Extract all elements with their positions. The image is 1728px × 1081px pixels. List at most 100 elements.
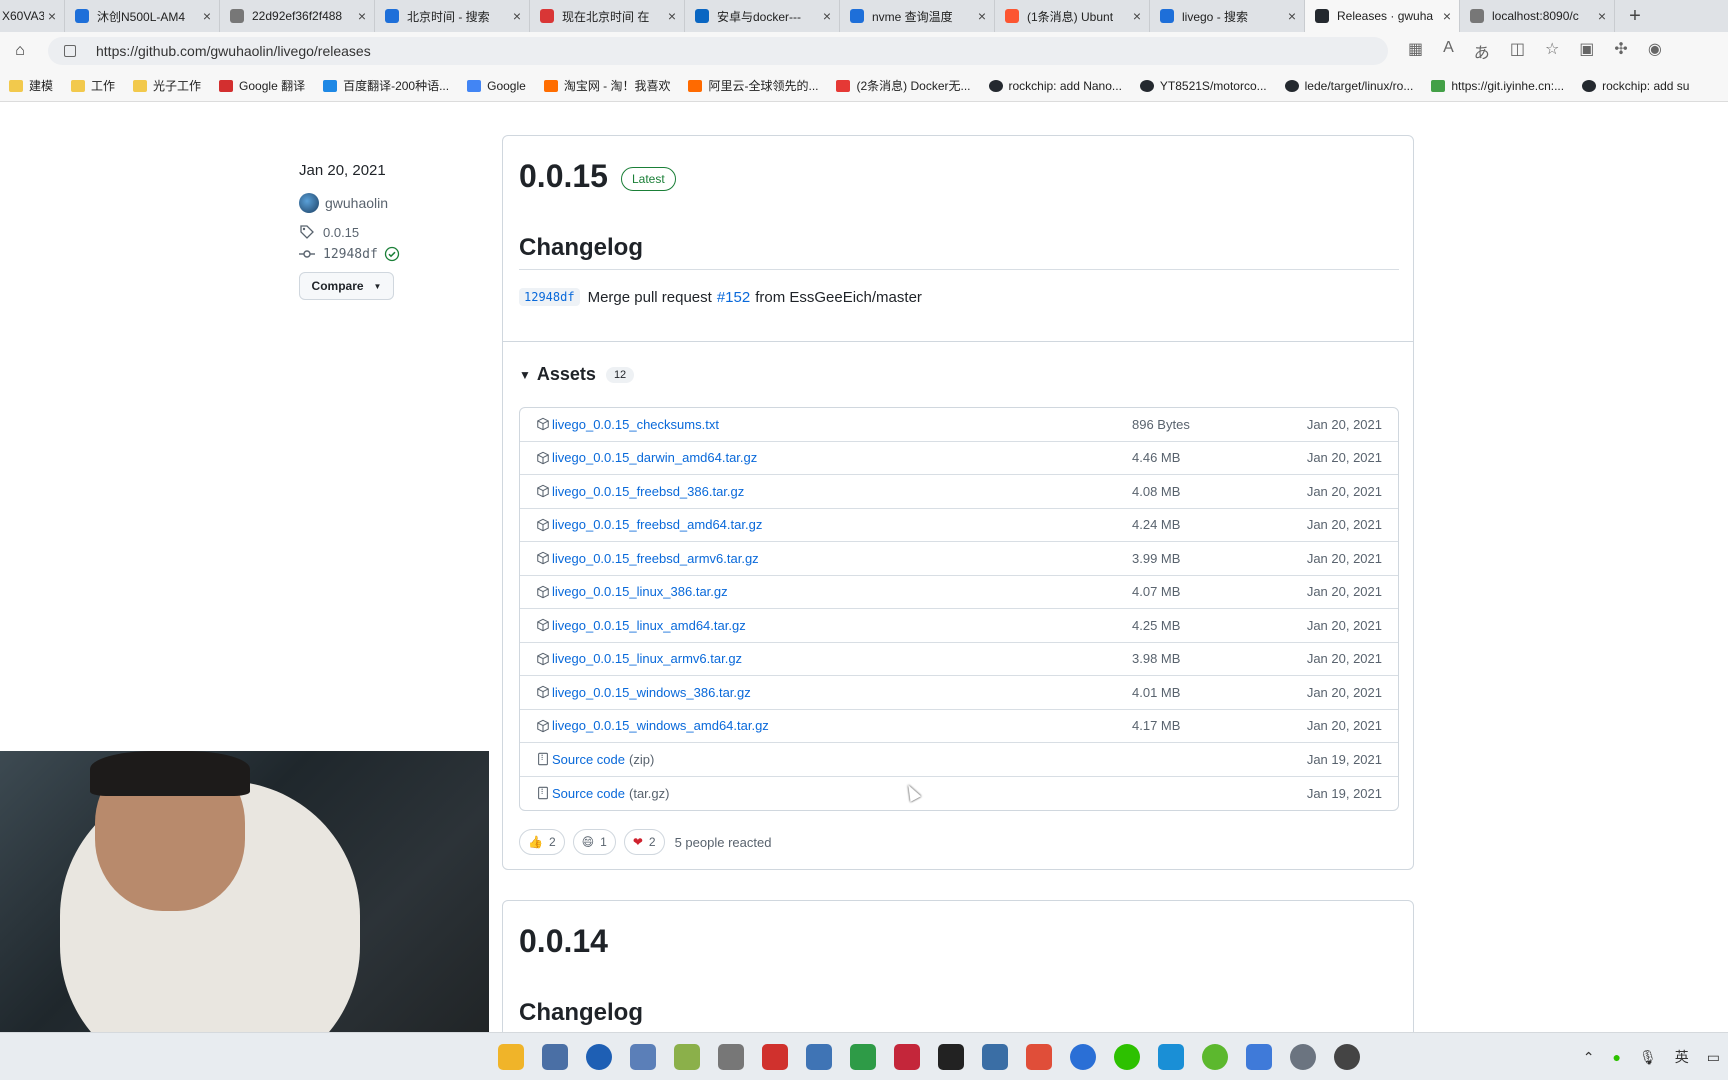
apps-icon[interactable]: ▦: [1408, 39, 1423, 63]
asset-link[interactable]: Source code (tar.gz): [552, 786, 669, 801]
profile-icon[interactable]: ◉: [1648, 39, 1662, 63]
release-commit[interactable]: 12948df: [299, 246, 400, 262]
bookmark-item[interactable]: 百度翻译-200种语...: [314, 77, 458, 94]
wps-icon[interactable]: [762, 1043, 788, 1070]
wechat-icon[interactable]: [1114, 1043, 1140, 1070]
edge-browser-icon[interactable]: [586, 1043, 612, 1070]
bookmark-item[interactable]: (2条消息) Docker无...: [827, 77, 979, 94]
bookmark-item[interactable]: 光子工作: [124, 77, 210, 94]
reaction-button[interactable]: 😄 1: [572, 829, 616, 855]
terminal-icon[interactable]: [938, 1043, 964, 1070]
translate-icon[interactable]: あ: [1474, 39, 1490, 63]
browser-tab[interactable]: livego - 搜索 ×: [1150, 0, 1305, 32]
browser-tab[interactable]: 北京时间 - 搜索 ×: [375, 0, 530, 32]
notepad-icon[interactable]: [1246, 1043, 1272, 1070]
document-icon[interactable]: [718, 1043, 744, 1070]
reaction-button[interactable]: ❤ 2: [623, 829, 665, 855]
asset-link[interactable]: livego_0.0.15_darwin_amd64.tar.gz: [552, 450, 757, 465]
browser-tab[interactable]: 安卓与docker--- ×: [685, 0, 840, 32]
close-icon[interactable]: ×: [1443, 8, 1451, 24]
chat-icon[interactable]: [1158, 1043, 1184, 1070]
asset-link[interactable]: Source code (zip): [552, 752, 654, 767]
app-icon[interactable]: [542, 1043, 568, 1070]
bookmark-item[interactable]: rockchip: add su: [1573, 79, 1698, 93]
close-icon[interactable]: ×: [358, 8, 366, 24]
browser-tab[interactable]: X60VA3 ×: [0, 0, 65, 32]
tag-label[interactable]: 0.0.15: [323, 225, 359, 240]
browser-tab[interactable]: 沐创N500L-AM4 ×: [65, 0, 220, 32]
asset-link[interactable]: livego_0.0.15_freebsd_amd64.tar.gz: [552, 517, 762, 532]
network-icon[interactable]: [630, 1043, 656, 1070]
read-aloud-icon[interactable]: A: [1443, 39, 1454, 63]
wechat-tray-icon[interactable]: ●: [1613, 1049, 1621, 1065]
bookmark-item[interactable]: 建模: [0, 77, 62, 94]
asset-link[interactable]: livego_0.0.15_freebsd_armv6.tar.gz: [552, 551, 759, 566]
release-author[interactable]: gwuhaolin: [299, 193, 388, 213]
bookmark-item[interactable]: 淘宝网 - 淘！我喜欢: [535, 77, 680, 94]
bookmark-item[interactable]: 工作: [62, 77, 124, 94]
asset-link[interactable]: livego_0.0.15_windows_386.tar.gz: [552, 685, 751, 700]
file-explorer-icon[interactable]: [498, 1043, 524, 1070]
reaction-button[interactable]: 👍 2: [519, 829, 565, 855]
bookmark-item[interactable]: https://git.iyinhe.cn:...: [1422, 79, 1573, 93]
close-icon[interactable]: ×: [1133, 8, 1141, 24]
bookmark-item[interactable]: rockchip: add Nano...: [980, 79, 1131, 93]
asset-link[interactable]: livego_0.0.15_checksums.txt: [552, 417, 719, 432]
recorder-icon[interactable]: [1334, 1043, 1360, 1070]
url-field[interactable]: https://github.com/gwuhaolin/livego/rele…: [48, 37, 1388, 65]
chevron-up-icon[interactable]: ⌃: [1583, 1049, 1595, 1066]
download-icon[interactable]: [1202, 1043, 1228, 1070]
bookmark-item[interactable]: lede/target/linux/ro...: [1276, 79, 1423, 93]
network-tray-icon[interactable]: ▭: [1707, 1049, 1720, 1066]
bookmark-item[interactable]: YT8521S/motorco...: [1131, 79, 1276, 93]
edge-active-icon[interactable]: [1070, 1043, 1096, 1070]
browser-tab[interactable]: Releases · gwuha ×: [1305, 0, 1460, 32]
asset-link[interactable]: livego_0.0.15_windows_amd64.tar.gz: [552, 718, 769, 733]
ime-indicator[interactable]: 英: [1675, 1047, 1689, 1067]
collections-icon[interactable]: ▣: [1579, 39, 1594, 63]
bookmark-item[interactable]: Google: [458, 79, 535, 93]
commit-sha[interactable]: 12948df: [323, 247, 378, 262]
bookmark-item[interactable]: Google 翻译: [210, 77, 314, 94]
extensions-icon[interactable]: ✣: [1614, 39, 1627, 63]
bookmark-item[interactable]: 阿里云-全球领先的...: [679, 77, 827, 94]
close-icon[interactable]: ×: [1288, 8, 1296, 24]
asset-link[interactable]: livego_0.0.15_linux_armv6.tar.gz: [552, 651, 742, 666]
browser-tab[interactable]: 22d92ef36f2f488 ×: [220, 0, 375, 32]
asset-link[interactable]: livego_0.0.15_linux_amd64.tar.gz: [552, 618, 746, 633]
close-icon[interactable]: ×: [48, 8, 56, 24]
browser-tab[interactable]: nvme 查询温度 ×: [840, 0, 995, 32]
calculator-icon[interactable]: [806, 1043, 832, 1070]
close-icon[interactable]: ×: [1598, 8, 1606, 24]
close-icon[interactable]: ×: [513, 8, 521, 24]
commit-sha-link[interactable]: 12948df: [519, 288, 580, 306]
pr-link[interactable]: #152: [717, 289, 750, 306]
new-tab-icon[interactable]: +: [1615, 0, 1655, 32]
close-icon[interactable]: ×: [203, 8, 211, 24]
browser-tab[interactable]: 现在北京时间 在 ×: [530, 0, 685, 32]
close-icon[interactable]: ×: [668, 8, 676, 24]
asset-name: livego_0.0.15_linux_armv6.tar.gz: [552, 651, 743, 667]
release-tag[interactable]: 0.0.15: [299, 224, 359, 240]
pdf-icon[interactable]: [894, 1043, 920, 1070]
split-screen-icon[interactable]: ◫: [1510, 39, 1525, 63]
asset-link[interactable]: livego_0.0.15_freebsd_386.tar.gz: [552, 484, 744, 499]
microphone-icon[interactable]: 🎙: [1639, 1049, 1657, 1066]
android-icon[interactable]: [674, 1043, 700, 1070]
remote-desktop-icon[interactable]: [982, 1043, 1008, 1070]
spreadsheet-icon[interactable]: [850, 1043, 876, 1070]
asset-link[interactable]: livego_0.0.15_linux_386.tar.gz: [552, 584, 728, 599]
favorite-star-icon[interactable]: ☆: [1545, 39, 1559, 63]
author-name[interactable]: gwuhaolin: [325, 195, 388, 211]
close-icon[interactable]: ×: [823, 8, 831, 24]
package-icon[interactable]: [1026, 1043, 1052, 1070]
settings-gear-icon[interactable]: [1290, 1043, 1316, 1070]
release-version[interactable]: 0.0.14: [519, 923, 608, 960]
release-version[interactable]: 0.0.15: [519, 158, 608, 195]
compare-button[interactable]: Compare ▼: [299, 272, 394, 300]
home-icon[interactable]: ⌂: [0, 42, 40, 60]
browser-tab[interactable]: localhost:8090/c ×: [1460, 0, 1615, 32]
browser-tab[interactable]: (1条消息) Ubunt ×: [995, 0, 1150, 32]
close-icon[interactable]: ×: [978, 8, 986, 24]
assets-toggle[interactable]: ▼ Assets 12: [519, 364, 635, 385]
